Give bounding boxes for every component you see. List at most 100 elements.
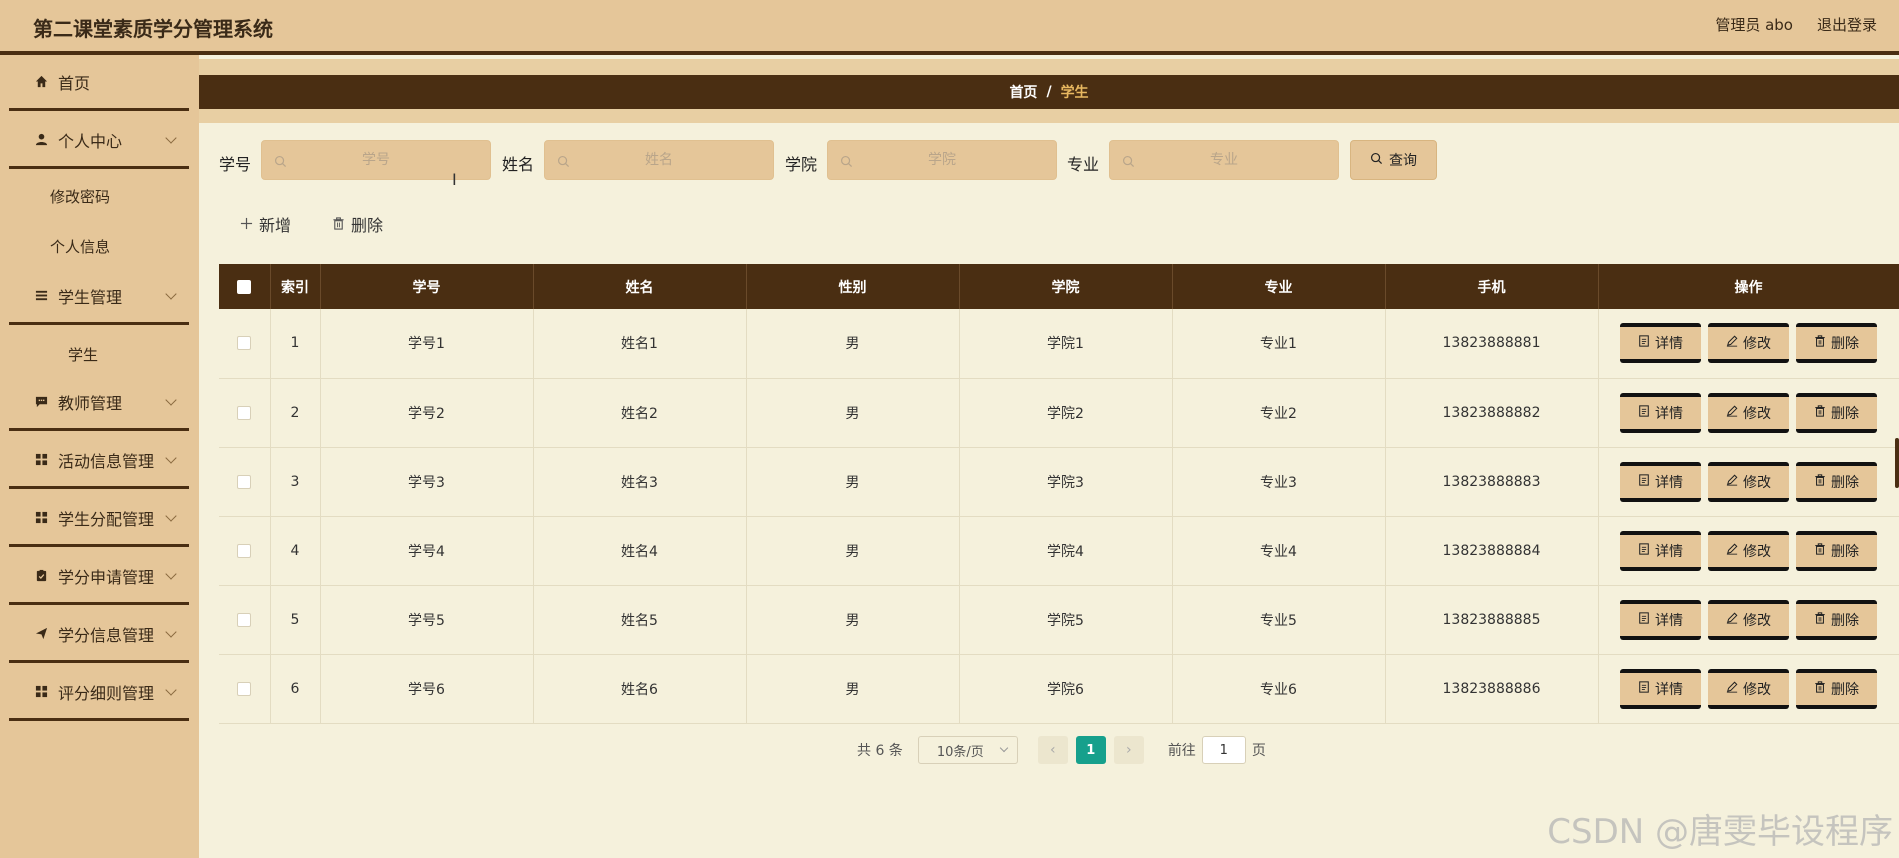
prev-page-button[interactable]: ‹ (1037, 736, 1068, 764)
clipboard-icon (34, 569, 48, 583)
cell-gender: 男 (746, 378, 960, 448)
cell-college: 学院6 (959, 654, 1173, 724)
name-input[interactable] (545, 141, 773, 179)
trash-icon (1814, 611, 1826, 628)
sidebar-item-student[interactable]: 学生 (68, 344, 98, 365)
cell-gender: 男 (746, 309, 960, 379)
row-checkbox[interactable] (237, 612, 252, 627)
row-checkbox[interactable] (237, 543, 252, 558)
page-1-button[interactable]: 1 (1075, 736, 1106, 764)
cell-student-id: 学号2 (320, 378, 534, 448)
detail-button[interactable]: 详情 (1620, 461, 1701, 502)
text-cursor-icon: I (452, 170, 457, 189)
delete-button[interactable]: 删除 (1796, 668, 1877, 709)
sidebar-item-student-assign-mgmt[interactable]: 学生分配管理 (9, 491, 189, 547)
breadcrumb-home[interactable]: 首页 (1009, 82, 1037, 102)
cell-gender: 男 (746, 516, 960, 586)
sidebar-item-scoring-rules-mgmt[interactable]: 评分细则管理 (9, 665, 189, 721)
query-button[interactable]: 查询 (1350, 140, 1437, 180)
delete-button[interactable]: 删除 (1796, 599, 1877, 640)
cell-college: 学院1 (959, 309, 1173, 379)
cell-college: 学院3 (959, 447, 1173, 517)
app-title: 第二课堂素质学分管理系统 (33, 17, 273, 41)
next-page-button[interactable]: › (1113, 736, 1144, 764)
header-select-all[interactable] (219, 264, 271, 309)
edit-icon (1726, 681, 1738, 697)
college-input[interactable] (828, 141, 1056, 179)
search-icon (840, 154, 853, 172)
sidebar-item-label: 个人中心 (58, 131, 123, 151)
current-user[interactable]: 管理员 abo (1715, 14, 1793, 35)
add-button[interactable]: 新增 (240, 212, 291, 236)
sidebar-item-personal-info[interactable]: 个人信息 (50, 236, 110, 257)
edit-button[interactable]: 修改 (1708, 599, 1789, 640)
pagination: 共 6 条 10条/页 ‹ 1 › 前往 页 (857, 736, 1266, 764)
cell-name: 姓名1 (533, 309, 747, 379)
cell-name: 姓名3 (533, 447, 747, 517)
sidebar-item-student-mgmt[interactable]: 学生管理 (9, 269, 189, 325)
row-checkbox[interactable] (237, 405, 252, 420)
scrollbar-thumb[interactable] (1895, 438, 1899, 488)
sidebar-item-label: 学生管理 (58, 287, 123, 307)
cell-select[interactable] (219, 654, 271, 724)
cell-select[interactable] (219, 447, 271, 517)
sidebar-item-credit-apply-mgmt[interactable]: 学分申请管理 (9, 549, 189, 605)
chevron-down-icon (165, 451, 177, 464)
edit-button[interactable]: 修改 (1708, 392, 1789, 433)
logout-link[interactable]: 退出登录 (1817, 14, 1877, 35)
detail-button[interactable]: 详情 (1620, 323, 1701, 364)
edit-button[interactable]: 修改 (1708, 461, 1789, 502)
cell-select[interactable] (219, 516, 271, 586)
select-all-checkbox[interactable] (237, 279, 252, 294)
sidebar-item-activity-mgmt[interactable]: 活动信息管理 (9, 433, 189, 489)
detail-button[interactable]: 详情 (1620, 530, 1701, 571)
sidebar-item-credit-info-mgmt[interactable]: 学分信息管理 (9, 607, 189, 663)
row-checkbox[interactable] (237, 474, 252, 489)
cell-select[interactable] (219, 585, 271, 655)
delete-button[interactable]: 删除 (1796, 392, 1877, 433)
sidebar-item-change-password[interactable]: 修改密码 (50, 186, 110, 207)
edit-button[interactable]: 修改 (1708, 323, 1789, 364)
list-icon (34, 289, 48, 303)
watermark: CSDN @唐雯毕设程序 (1547, 812, 1893, 852)
cell-select[interactable] (219, 378, 271, 448)
trash-icon (1814, 473, 1826, 490)
major-input[interactable] (1110, 141, 1338, 179)
file-text-icon (1638, 680, 1650, 697)
sidebar-item-teacher-mgmt[interactable]: 教师管理 (9, 375, 189, 431)
batch-delete-button[interactable]: 删除 (332, 212, 383, 236)
cell-name: 姓名2 (533, 378, 747, 448)
detail-button[interactable]: 详情 (1620, 668, 1701, 709)
delete-button[interactable]: 删除 (1796, 530, 1877, 571)
chevron-down-icon (165, 287, 177, 300)
row-checkbox[interactable] (237, 681, 252, 696)
delete-button[interactable]: 删除 (1796, 461, 1877, 502)
edit-button[interactable]: 修改 (1708, 668, 1789, 709)
goto-label: 前往 (1167, 743, 1196, 759)
action-label: 修改 (1743, 543, 1771, 560)
delete-button[interactable]: 删除 (1796, 323, 1877, 364)
detail-button[interactable]: 详情 (1620, 392, 1701, 433)
edit-button[interactable]: 修改 (1708, 530, 1789, 571)
action-label: 删除 (1831, 681, 1859, 698)
sidebar-item-personal-center[interactable]: 个人中心 (9, 113, 189, 169)
cell-select[interactable] (219, 309, 271, 379)
action-label: 删除 (1831, 405, 1859, 422)
file-text-icon (1638, 335, 1650, 351)
breadcrumb-separator: / (1046, 84, 1052, 100)
detail-button[interactable]: 详情 (1620, 599, 1701, 640)
page-size-select[interactable]: 10条/页 (917, 736, 1018, 764)
goto-page-input[interactable] (1201, 736, 1246, 764)
table-row: 3 学号3 姓名3 男学院3 专业3 13823888883 详情 修改 删除 (219, 447, 1899, 517)
chevron-down-icon (165, 509, 177, 522)
sidebar-item-home[interactable]: 首页 (9, 55, 189, 111)
send-icon (34, 627, 48, 641)
edit-icon (1726, 543, 1738, 559)
search-icon (1122, 154, 1135, 172)
search-icon (557, 154, 570, 172)
column-header: 学号 (320, 264, 534, 309)
search-box-major (1109, 140, 1339, 180)
row-checkbox[interactable] (237, 336, 252, 351)
file-text-icon (1638, 473, 1650, 490)
sidebar: 首页 个人中心 修改密码 个人信息 学生管理 学生 教师管理 活动信息管理 学生… (0, 55, 199, 858)
